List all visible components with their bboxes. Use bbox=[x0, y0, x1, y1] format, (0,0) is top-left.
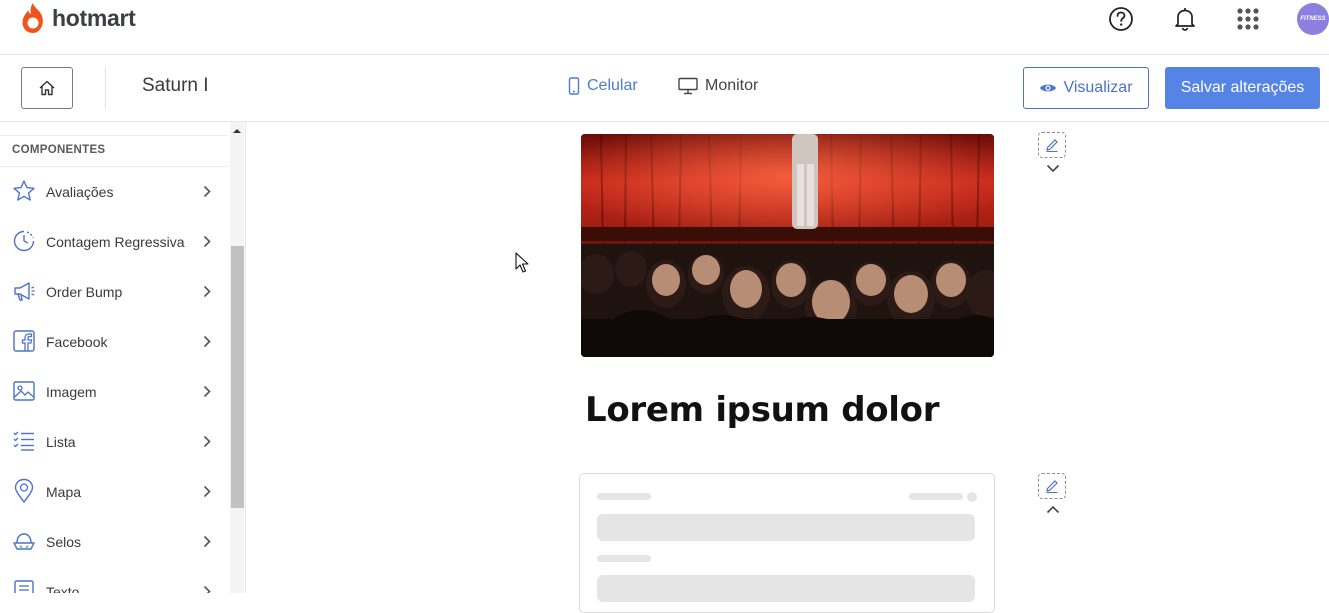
flame-icon bbox=[22, 3, 43, 33]
sidebar-item-label: Selos bbox=[46, 534, 82, 550]
components-list: Avaliações Contagem Regressiva Order Bum… bbox=[0, 167, 228, 593]
sidebar-item-order-bump[interactable]: Order Bump bbox=[0, 267, 228, 317]
editor-toolbar: Saturn I Celular Monitor Visualizar Salv… bbox=[0, 55, 1329, 122]
skeleton-input bbox=[597, 514, 975, 541]
map-pin-icon bbox=[11, 478, 37, 504]
pencil-icon bbox=[1046, 480, 1058, 493]
mobile-icon bbox=[568, 77, 580, 95]
sidebar-item-selos[interactable]: Selos bbox=[0, 517, 228, 567]
page-title: Saturn I bbox=[142, 75, 209, 96]
device-mobile-label: Celular bbox=[587, 77, 638, 94]
sidebar-item-facebook[interactable]: Facebook bbox=[0, 317, 228, 367]
seal-icon bbox=[11, 528, 37, 554]
chevron-down-icon bbox=[1046, 164, 1060, 172]
placeholder-form-card[interactable] bbox=[579, 473, 995, 613]
sidebar-item-avaliacoes[interactable]: Avaliações bbox=[0, 167, 228, 217]
skeleton-line bbox=[597, 493, 651, 500]
skeleton-line bbox=[597, 555, 651, 562]
hero-image-concert-audience[interactable] bbox=[581, 134, 994, 357]
device-desktop-tab[interactable]: Monitor bbox=[678, 77, 758, 95]
sidebar-divider bbox=[0, 135, 228, 136]
chevron-right-icon bbox=[200, 332, 214, 350]
brand-name: hotmart bbox=[52, 4, 136, 31]
sidebar-item-label: Lista bbox=[46, 434, 76, 450]
text-icon bbox=[11, 578, 37, 593]
device-mobile-tab[interactable]: Celular bbox=[568, 77, 638, 95]
sidebar-item-label: Imagem bbox=[46, 384, 97, 400]
sidebar-item-texto[interactable]: Texto bbox=[0, 567, 228, 593]
chevron-right-icon bbox=[200, 582, 214, 593]
eye-icon bbox=[1040, 84, 1057, 92]
home-button[interactable] bbox=[21, 67, 73, 109]
sidebar-item-lista[interactable]: Lista bbox=[0, 417, 228, 467]
sidebar-item-label: Texto bbox=[46, 584, 80, 593]
sidebar-item-contagem-regressiva[interactable]: Contagem Regressiva bbox=[0, 217, 228, 267]
clock-icon bbox=[11, 228, 37, 254]
avatar[interactable]: FITNESS bbox=[1297, 3, 1329, 35]
edit-section-button[interactable] bbox=[1038, 473, 1066, 499]
section-controls bbox=[1038, 132, 1068, 174]
move-up-button[interactable] bbox=[1045, 503, 1061, 515]
chevron-right-icon bbox=[200, 432, 214, 450]
home-icon bbox=[39, 80, 55, 96]
monitor-icon bbox=[678, 77, 698, 95]
facebook-icon bbox=[11, 328, 37, 354]
mouse-cursor-icon bbox=[515, 252, 529, 274]
toolbar-divider bbox=[105, 67, 106, 109]
device-desktop-label: Monitor bbox=[705, 77, 759, 94]
top-navbar: hotmart FITNESS bbox=[0, 0, 1329, 55]
chevron-right-icon bbox=[200, 382, 214, 400]
star-icon bbox=[11, 178, 37, 204]
skeleton-line bbox=[909, 493, 963, 500]
image-icon bbox=[11, 378, 37, 404]
skeleton-dot bbox=[967, 492, 977, 502]
sidebar-section-title: COMPONENTES bbox=[12, 144, 106, 156]
save-button[interactable]: Salvar alterações bbox=[1165, 67, 1320, 109]
chevron-right-icon bbox=[200, 182, 214, 200]
hotmart-logo[interactable]: hotmart bbox=[20, 0, 136, 36]
headline-text[interactable]: Lorem ipsum dolor bbox=[585, 390, 940, 430]
sidebar-item-label: Order Bump bbox=[46, 284, 123, 300]
sidebar-item-label: Contagem Regressiva bbox=[46, 234, 185, 250]
move-down-button[interactable] bbox=[1045, 162, 1061, 174]
chevron-up-icon bbox=[1046, 505, 1060, 513]
scroll-up-arrow-icon[interactable] bbox=[232, 126, 242, 136]
skeleton-input bbox=[597, 575, 975, 602]
page-canvas: Lorem ipsum dolor bbox=[247, 122, 1329, 613]
sidebar-item-imagem[interactable]: Imagem bbox=[0, 367, 228, 417]
pencil-icon bbox=[1046, 139, 1058, 152]
sidebar-item-label: Mapa bbox=[46, 484, 82, 500]
sidebar-item-label: Avaliações bbox=[46, 184, 114, 200]
chevron-right-icon bbox=[200, 482, 214, 500]
preview-button[interactable]: Visualizar bbox=[1023, 67, 1149, 109]
components-sidebar: COMPONENTES Avaliações Contagem Regressi… bbox=[0, 122, 246, 593]
help-icon[interactable] bbox=[1108, 6, 1134, 32]
bell-icon[interactable] bbox=[1172, 6, 1198, 32]
chevron-right-icon bbox=[200, 282, 214, 300]
chevron-right-icon bbox=[200, 232, 214, 250]
sidebar-scrollbar-thumb[interactable] bbox=[231, 246, 244, 508]
chevron-right-icon bbox=[200, 532, 214, 550]
list-icon bbox=[11, 428, 37, 454]
edit-section-button[interactable] bbox=[1038, 132, 1066, 158]
sidebar-item-label: Facebook bbox=[46, 334, 108, 350]
apps-grid-icon[interactable] bbox=[1235, 6, 1261, 32]
sidebar-item-mapa[interactable]: Mapa bbox=[0, 467, 228, 517]
preview-label: Visualizar bbox=[1063, 79, 1133, 96]
section-controls bbox=[1038, 473, 1068, 515]
megaphone-icon bbox=[11, 278, 37, 304]
